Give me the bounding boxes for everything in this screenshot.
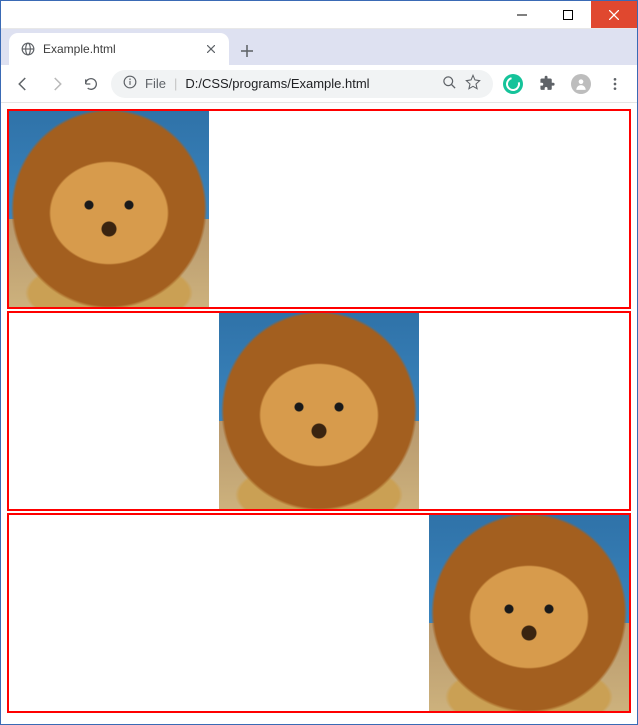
reload-button[interactable] bbox=[77, 70, 105, 98]
profile-button[interactable] bbox=[567, 70, 595, 98]
avatar-icon bbox=[571, 74, 591, 94]
grammarly-extension-icon[interactable] bbox=[499, 70, 527, 98]
page-viewport bbox=[1, 103, 637, 724]
window-controls bbox=[499, 1, 637, 28]
demo-box-right bbox=[7, 513, 631, 713]
tab-strip: Example.html bbox=[1, 29, 637, 65]
zoom-icon[interactable] bbox=[442, 75, 457, 93]
site-info-icon[interactable] bbox=[123, 75, 137, 92]
browser-tab-active[interactable]: Example.html bbox=[9, 33, 229, 65]
forward-button[interactable] bbox=[43, 70, 71, 98]
back-button[interactable] bbox=[9, 70, 37, 98]
minimize-button[interactable] bbox=[499, 1, 545, 28]
demo-box-left bbox=[7, 109, 631, 309]
close-tab-button[interactable] bbox=[203, 41, 219, 57]
url-text: D:/CSS/programs/Example.html bbox=[185, 76, 369, 91]
chrome-window: Example.html File | D:/CSS/programs/Exam… bbox=[0, 0, 638, 725]
close-window-button[interactable] bbox=[591, 1, 637, 28]
maximize-button[interactable] bbox=[545, 1, 591, 28]
titlebar-spacer bbox=[1, 1, 499, 28]
new-tab-button[interactable] bbox=[233, 37, 261, 65]
extensions-icon[interactable] bbox=[533, 70, 561, 98]
demo-box-center bbox=[7, 311, 631, 511]
address-bar[interactable]: File | D:/CSS/programs/Example.html bbox=[111, 70, 493, 98]
window-titlebar bbox=[1, 1, 637, 29]
url-separator: | bbox=[174, 76, 177, 91]
toolbar: File | D:/CSS/programs/Example.html bbox=[1, 65, 637, 103]
menu-button[interactable] bbox=[601, 70, 629, 98]
globe-icon bbox=[21, 42, 35, 56]
star-icon[interactable] bbox=[465, 74, 481, 93]
url-scheme-label: File bbox=[145, 76, 166, 91]
tab-title: Example.html bbox=[43, 42, 195, 56]
